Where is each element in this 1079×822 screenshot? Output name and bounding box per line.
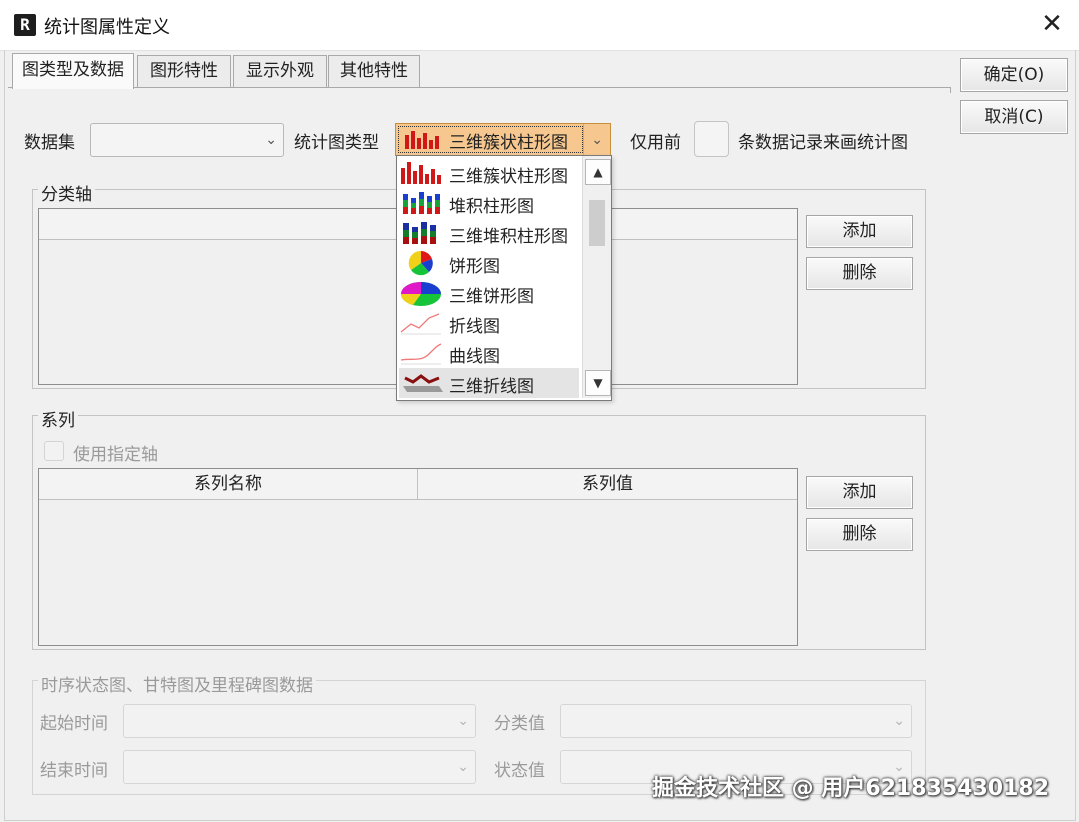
category-value-select[interactable]: ⌄ bbox=[560, 704, 912, 738]
category-axis-legend: 分类轴 bbox=[38, 180, 95, 205]
cancel-button[interactable]: 取消(C) bbox=[960, 100, 1068, 134]
option-pie-3d[interactable]: 三维饼形图 bbox=[399, 278, 579, 308]
dropdown-scrollbar[interactable]: ▲ ▼ bbox=[582, 156, 611, 398]
end-time-select[interactable]: ⌄ bbox=[123, 750, 476, 784]
option-label: 曲线图 bbox=[449, 347, 500, 367]
chart-type-value: 三维簇状柱形图 bbox=[449, 133, 568, 153]
option-label: 折线图 bbox=[449, 317, 500, 337]
scrollbar-thumb[interactable] bbox=[589, 200, 605, 246]
chevron-down-icon: ⌄ bbox=[591, 131, 603, 148]
timeline-legend: 时序状态图、甘特图及里程碑图数据 bbox=[38, 671, 316, 696]
dataset-select[interactable]: ⌄ bbox=[90, 123, 284, 157]
series-name-header[interactable]: 系列名称 bbox=[39, 469, 418, 499]
option-label: 三维簇状柱形图 bbox=[449, 167, 568, 187]
series-legend: 系列 bbox=[38, 406, 78, 431]
chart-type-select[interactable]: 三维簇状柱形图 ⌄ bbox=[395, 123, 611, 156]
option-label: 三维饼形图 bbox=[449, 287, 534, 307]
series-add-button[interactable]: 添加 bbox=[806, 476, 913, 509]
series-value-header[interactable]: 系列值 bbox=[418, 469, 797, 499]
start-time-select[interactable]: ⌄ bbox=[123, 704, 476, 738]
line-chart-icon bbox=[400, 313, 441, 335]
clustered-bar-3d-icon bbox=[405, 131, 439, 149]
use-axis-label: 使用指定轴 bbox=[73, 445, 158, 465]
scroll-down-icon[interactable]: ▼ bbox=[585, 370, 611, 396]
limit-prefix-label: 仅用前 bbox=[630, 133, 681, 153]
record-count-input[interactable] bbox=[694, 121, 729, 157]
close-icon[interactable]: ✕ bbox=[1036, 8, 1068, 40]
end-time-label: 结束时间 bbox=[40, 761, 108, 781]
dataset-label: 数据集 bbox=[24, 133, 75, 153]
tab-other-properties[interactable]: 其他特性 bbox=[328, 55, 420, 87]
series-header-row: 系列名称 系列值 bbox=[39, 469, 797, 500]
chart-type-dropdown-list: 三维簇状柱形图 堆积柱形图 三维堆积柱形图 饼形图 三维饼形图 折线图 曲线图 … bbox=[396, 155, 612, 401]
option-pie[interactable]: 饼形图 bbox=[399, 248, 579, 278]
series-delete-button[interactable]: 删除 bbox=[806, 518, 913, 551]
stacked-bar-3d-icon bbox=[403, 222, 436, 244]
chart-type-focus: 三维簇状柱形图 bbox=[398, 126, 583, 153]
status-value-label: 状态值 bbox=[494, 761, 545, 781]
clustered-bar-3d-icon bbox=[401, 162, 441, 184]
tab-divider-end bbox=[950, 87, 951, 93]
tab-graph-properties[interactable]: 图形特性 bbox=[137, 55, 231, 87]
option-line-3d[interactable]: 三维折线图 bbox=[399, 368, 579, 398]
pie-3d-icon bbox=[401, 282, 441, 306]
tab-divider bbox=[8, 87, 950, 88]
scroll-up-icon[interactable]: ▲ bbox=[585, 159, 611, 185]
chevron-down-icon: ⌄ bbox=[457, 713, 469, 729]
option-label: 堆积柱形图 bbox=[449, 197, 534, 217]
chart-type-label: 统计图类型 bbox=[294, 133, 379, 153]
chart-type-dropdown-button[interactable]: ⌄ bbox=[583, 124, 610, 155]
series-table[interactable]: 系列名称 系列值 bbox=[38, 468, 798, 646]
category-delete-button[interactable]: 删除 bbox=[806, 257, 913, 290]
stacked-bar-icon bbox=[403, 192, 440, 214]
tab-chart-type-data[interactable]: 图类型及数据 bbox=[12, 53, 134, 89]
option-label: 三维折线图 bbox=[449, 377, 534, 397]
option-stacked-bar-3d[interactable]: 三维堆积柱形图 bbox=[399, 218, 579, 248]
option-curve[interactable]: 曲线图 bbox=[399, 338, 579, 368]
option-label: 三维堆积柱形图 bbox=[449, 227, 568, 247]
chevron-down-icon: ⌄ bbox=[893, 713, 905, 729]
chevron-down-icon: ⌄ bbox=[265, 132, 277, 148]
line-3d-icon bbox=[403, 374, 443, 392]
use-axis-checkbox[interactable] bbox=[44, 441, 64, 461]
watermark: 掘金技术社区 @ 用户621835430182 bbox=[652, 776, 1050, 801]
window-title: 统计图属性定义 bbox=[44, 17, 170, 38]
curve-chart-icon bbox=[400, 343, 442, 365]
option-line[interactable]: 折线图 bbox=[399, 308, 579, 338]
category-add-button[interactable]: 添加 bbox=[806, 215, 913, 248]
start-time-label: 起始时间 bbox=[40, 714, 108, 734]
option-stacked-bar[interactable]: 堆积柱形图 bbox=[399, 188, 579, 218]
pie-chart-icon bbox=[408, 250, 433, 276]
tab-appearance[interactable]: 显示外观 bbox=[233, 55, 327, 87]
report-app-icon: R bbox=[14, 14, 36, 36]
chevron-down-icon: ⌄ bbox=[457, 759, 469, 775]
option-label: 饼形图 bbox=[449, 257, 500, 277]
limit-suffix-label: 条数据记录来画统计图 bbox=[738, 133, 908, 153]
option-clustered-bar-3d[interactable]: 三维簇状柱形图 bbox=[399, 158, 579, 188]
category-value-label: 分类值 bbox=[494, 714, 545, 734]
ok-button[interactable]: 确定(O) bbox=[960, 58, 1068, 92]
